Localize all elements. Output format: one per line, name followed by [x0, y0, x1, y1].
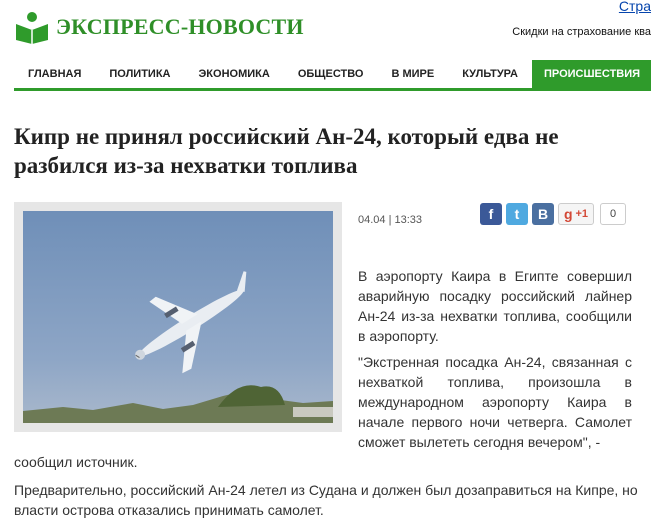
article-paragraph-1: В аэропорту Каира в Египте совершил авар… — [358, 268, 632, 344]
nav-item-society[interactable]: ОБЩЕСТВО — [284, 60, 378, 88]
article-paragraph-2: "Экстренная посадка Ан-24, связанная с н… — [358, 354, 632, 450]
nav-item-home[interactable]: ГЛАВНАЯ — [14, 60, 95, 88]
nav-item-culture[interactable]: КУЛЬТУРА — [448, 60, 532, 88]
site-name[interactable]: ЭКСПРЕСС-НОВОСТИ — [56, 14, 304, 40]
twitter-share-icon[interactable]: t — [506, 203, 528, 225]
gplus-icon: g — [563, 206, 573, 222]
article-photo — [14, 202, 342, 432]
nav-item-world[interactable]: В МИРЕ — [377, 60, 448, 88]
gplus-button[interactable]: g +1 — [558, 203, 594, 225]
ad-link[interactable]: Скидки на страхование ква — [512, 26, 651, 38]
share-bar: f t B g +1 0 — [480, 203, 626, 225]
gplus-label: +1 — [575, 208, 589, 220]
share-count: 0 — [600, 203, 626, 225]
top-link[interactable]: Стра — [619, 0, 651, 14]
main-nav: ГЛАВНАЯ ПОЛИТИКА ЭКОНОМИКА ОБЩЕСТВО В МИ… — [14, 60, 651, 91]
nav-item-economy[interactable]: ЭКОНОМИКА — [184, 60, 283, 88]
nav-item-politics[interactable]: ПОЛИТИКА — [95, 60, 184, 88]
article-title: Кипр не принял российский Ан-24, который… — [14, 124, 559, 178]
facebook-share-icon[interactable]: f — [480, 203, 502, 225]
site-logo-icon[interactable] — [14, 10, 50, 44]
airplane-photo — [23, 211, 333, 423]
nav-item-incidents[interactable]: ПРОИСШЕСТВИЯ — [532, 60, 651, 88]
vk-share-icon[interactable]: B — [532, 203, 554, 225]
article-date: 04.04 | 13:33 — [358, 214, 423, 226]
article-paragraph-2-tail: сообщил источник. — [14, 454, 138, 470]
article-paragraph-3: Предварительно, российский Ан-24 летел и… — [14, 482, 638, 518]
